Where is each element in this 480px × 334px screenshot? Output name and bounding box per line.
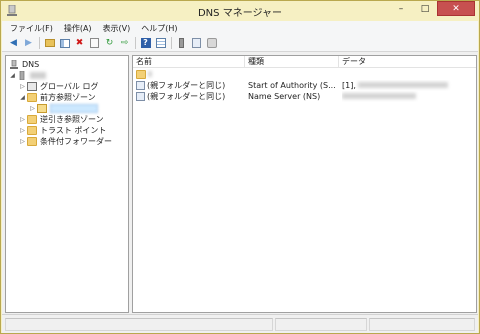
minimize-button[interactable]: – [389,1,413,16]
maximize-icon: □ [420,3,430,14]
menu-view[interactable]: 表示(V) [103,23,131,34]
expand-icon[interactable]: ▷ [29,105,36,112]
tree-label-reverse-zones: 逆引き参照ゾーン [40,115,104,124]
toolbar-separator [39,37,40,49]
record-icon [136,92,145,101]
folder-icon [27,115,37,124]
status-panel [5,318,273,331]
tree-item-zone[interactable]: ▷ [29,103,98,114]
column-header-type[interactable]: 種類 [245,56,339,68]
tree-label-server [30,72,46,79]
results-list[interactable]: 名前 種類 データ (親フォルダーと同じ) Start of Authority… [132,55,477,313]
window-controls: – □ ✕ [389,1,475,16]
record-icon [136,81,145,90]
expand-icon[interactable]: ▷ [19,127,26,134]
tree-label-conditional-forwarders: 条件付フォワーダー [40,137,112,146]
back-icon[interactable]: ◀ [8,38,19,49]
expand-icon[interactable]: ▷ [19,138,26,145]
server-icon[interactable] [176,38,187,49]
tree-item-global-log[interactable]: ▷ グローバル ログ [19,81,98,92]
menu-help[interactable]: ヘルプ(H) [141,23,177,34]
toolbar-separator [135,37,136,49]
column-header-data[interactable]: データ [339,56,476,68]
list-item-type: Name Server (NS) [248,92,321,101]
list-cell-name: (親フォルダーと同じ) [136,91,244,102]
tree-label-dns: DNS [22,60,40,69]
folder-icon [27,93,37,102]
dns-icon [10,60,18,69]
expand-icon[interactable]: ▷ [19,116,26,123]
minimize-icon: – [398,3,404,14]
folder-icon [136,70,146,79]
tree-item-server[interactable]: ◢ [9,70,46,81]
refresh-icon[interactable]: ↻ [104,38,115,49]
list-item-name [148,71,152,77]
tree-label-forward-zones: 前方参照ゾーン [40,93,96,102]
list-item-name: (親フォルダーと同じ) [147,92,226,101]
toolbar: ◀ ▶ ✖ ↻ ⇨ ? [2,35,478,52]
maximize-button[interactable]: □ [413,1,437,16]
list-cell-data [342,91,472,102]
tree-item-dns[interactable]: DNS [9,59,39,70]
zone-icon [37,104,47,113]
collapse-icon[interactable]: ◢ [9,72,16,79]
list-item[interactable]: (親フォルダーと同じ) Name Server (NS) [133,91,476,102]
dns-manager-window: DNS マネージャー – □ ✕ ファイル(F) 操作(A) 表示(V) ヘルプ… [0,0,480,334]
list-cell-data: [1], [342,80,472,91]
list-item-data [342,93,416,99]
log-icon [27,82,37,91]
menu-bar: ファイル(F) 操作(A) 表示(V) ヘルプ(H) [2,21,478,35]
list-header: 名前 種類 データ [133,56,476,68]
expand-icon[interactable]: ▷ [19,83,26,90]
list-item-name: (親フォルダーと同じ) [147,81,226,90]
forward-icon[interactable]: ▶ [23,38,34,49]
list-cell-name [136,69,244,80]
list-cell-name: (親フォルダーと同じ) [136,80,244,91]
zone-icon[interactable] [206,38,217,49]
toolbar-separator [171,37,172,49]
close-button[interactable]: ✕ [437,1,475,16]
main-content: DNS ◢ ▷ グローバル ログ ◢ 前方参照ゾーン ▷ ▷ 逆引き参照ゾーン … [2,52,478,314]
collapse-icon[interactable]: ◢ [19,94,26,101]
list-item[interactable]: (親フォルダーと同じ) Start of Authority (S... [1]… [133,80,476,91]
help-icon[interactable]: ? [140,38,151,49]
list-item[interactable] [133,69,476,80]
tree-label-global-log: グローバル ログ [40,82,99,91]
tree-label-zone [50,104,98,113]
status-bar [2,314,478,333]
tree-label-trust-points: トラスト ポイント [40,126,107,135]
up-folder-icon[interactable] [44,38,55,49]
list-item-type: Start of Authority (S... [248,81,336,90]
properties-icon[interactable] [89,38,100,49]
redacted-data [358,82,449,88]
console-tree[interactable]: DNS ◢ ▷ グローバル ログ ◢ 前方参照ゾーン ▷ ▷ 逆引き参照ゾーン … [5,55,129,313]
menu-action[interactable]: 操作(A) [64,23,92,34]
details-view-icon[interactable] [155,38,166,49]
export-list-icon[interactable]: ⇨ [119,38,130,49]
tree-item-trust-points[interactable]: ▷ トラスト ポイント [19,125,106,136]
record-icon[interactable] [191,38,202,49]
show-hide-tree-icon[interactable] [59,38,70,49]
status-panel [275,318,367,331]
tree-item-reverse-zones[interactable]: ▷ 逆引き参照ゾーン [19,114,104,125]
close-icon: ✕ [452,3,460,14]
folder-icon [27,137,37,146]
folder-icon [27,126,37,135]
delete-icon[interactable]: ✖ [74,38,85,49]
tree-item-forward-zones[interactable]: ◢ 前方参照ゾーン [19,92,96,103]
list-item-data: [1], [342,81,356,90]
status-panel [369,318,475,331]
tree-item-conditional-forwarders[interactable]: ▷ 条件付フォワーダー [19,136,112,147]
menu-file[interactable]: ファイル(F) [10,23,53,34]
server-icon [19,71,25,80]
column-header-name[interactable]: 名前 [133,56,245,68]
title-bar[interactable]: DNS マネージャー – □ ✕ [1,1,479,21]
